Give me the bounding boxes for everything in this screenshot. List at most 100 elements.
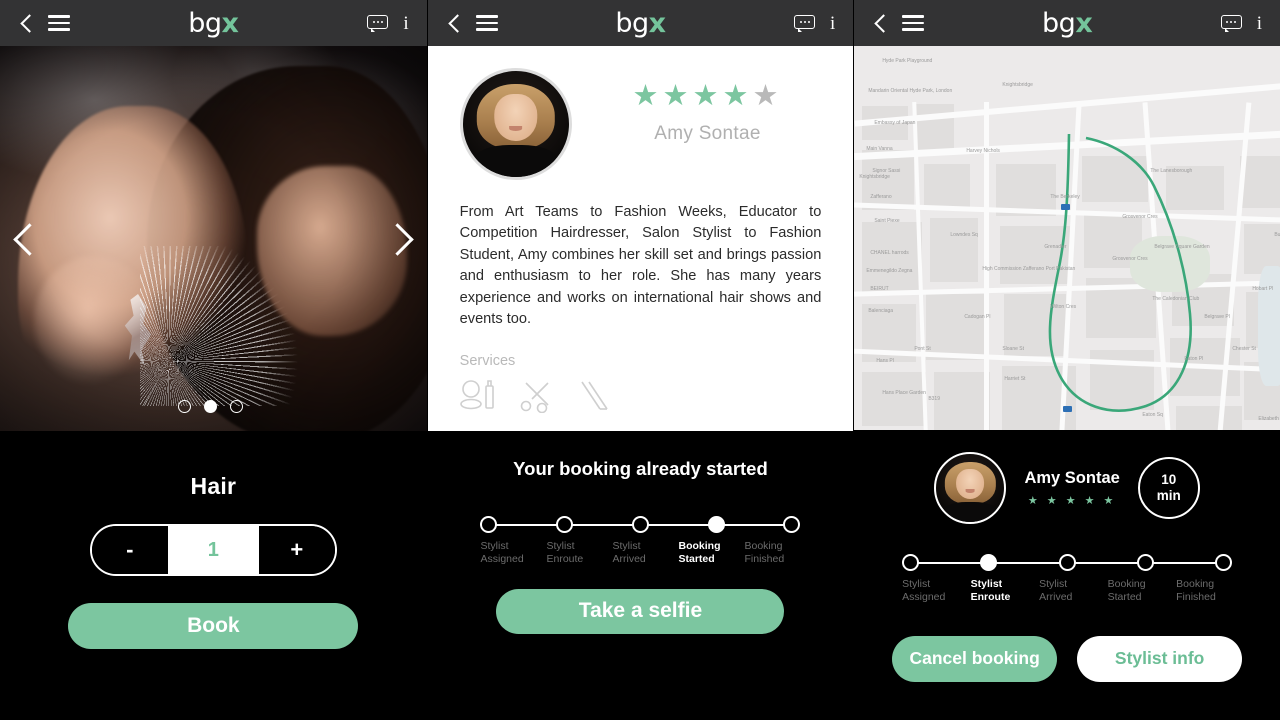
profile-header-right: ★★★★★ Amy Sontae <box>572 68 822 145</box>
carousel-dots <box>178 400 243 413</box>
hero-vignette <box>0 46 427 431</box>
carousel-dot[interactable] <box>178 400 191 413</box>
map-label: Knightsbridge <box>859 174 890 180</box>
stylist-avatar-small[interactable] <box>934 452 1007 524</box>
carousel-prev-arrow[interactable] <box>10 217 40 261</box>
hamburger-menu-icon[interactable] <box>902 15 925 31</box>
map-label: Main Vanna <box>866 146 893 152</box>
decrement-button[interactable]: - <box>91 526 168 574</box>
progress-label: Stylist Arrived <box>612 540 646 565</box>
stylist-bio: From Art Teams to Fashion Weeks, Educato… <box>459 204 822 328</box>
progress-label-current: Stylist Enroute <box>970 578 1011 603</box>
progress-label: Stylist Assigned <box>902 578 946 603</box>
carousel-next-arrow[interactable] <box>387 217 417 261</box>
booking-status-heading: Your booking already started <box>513 458 768 479</box>
chevron-left-icon[interactable] <box>18 15 34 31</box>
hamburger-menu-icon[interactable] <box>475 15 498 31</box>
route-map[interactable]: Hyde Park Playground Embassy of Japan Mand… <box>854 46 1280 430</box>
progress-node[interactable] <box>631 516 649 533</box>
stylist-profile-card: ★★★★★ Amy Sontae From Art Teams to Fashi… <box>427 46 854 431</box>
increment-button[interactable]: + <box>258 526 335 574</box>
cancel-booking-button[interactable]: Cancel booking <box>892 635 1058 682</box>
chevron-left-icon[interactable] <box>446 15 462 31</box>
eta-value: 10 <box>1161 471 1177 487</box>
profile-header: ★★★★★ Amy Sontae <box>459 68 822 180</box>
logo-suffix: x <box>221 7 239 39</box>
chat-bubble-icon[interactable] <box>1220 14 1242 32</box>
metro-station-icon-2 <box>1063 406 1073 412</box>
progress-node[interactable] <box>783 516 801 533</box>
map-label: Chester St <box>1232 346 1256 352</box>
top-bar-2: bgx i <box>427 0 854 46</box>
map-label: Harvey Nichols <box>966 148 1000 154</box>
progress-node[interactable] <box>480 516 498 533</box>
service-icon-list <box>459 379 822 413</box>
map-label: Knightsbridge <box>1002 82 1033 88</box>
progress-label: Stylist Enroute <box>546 540 584 565</box>
progress-node[interactable] <box>1058 554 1076 571</box>
map-label: Eaton Pl <box>1184 356 1204 362</box>
map-label: Wilton Cres <box>1050 304 1077 310</box>
chat-bubble-icon[interactable] <box>794 14 816 32</box>
carousel-dot-active[interactable] <box>204 400 217 413</box>
progress-node[interactable] <box>902 554 920 571</box>
booking-progress-tracker-3: Stylist Assigned Stylist Enroute Stylist… <box>902 554 1233 604</box>
panel-booking-started: bgx i ★★★★★ Amy Sontae From Art Teams to… <box>426 0 854 720</box>
map-label: Cadogan Pl <box>964 314 991 320</box>
progress-label: Booking Finished <box>744 540 785 565</box>
progress-node-current[interactable] <box>707 516 725 533</box>
progress-node[interactable] <box>1136 554 1154 571</box>
hero-carousel[interactable] <box>0 46 427 431</box>
action-button-row: Cancel booking Stylist info <box>854 635 1280 682</box>
hamburger-menu-icon[interactable] <box>48 15 70 31</box>
eta-unit: min <box>1156 488 1181 503</box>
map-label: Mandarin Oriental Hyde Park, London <box>868 88 953 94</box>
quantity-stepper: - 1 + <box>89 524 337 576</box>
carousel-dot[interactable] <box>230 400 243 413</box>
map-label: BEIRUT <box>870 286 889 292</box>
take-selfie-button[interactable]: Take a selfie <box>496 588 785 634</box>
map-label: Elizabeth St <box>1258 416 1280 422</box>
progress-node[interactable] <box>1215 554 1233 571</box>
map-label: Saint Piexe <box>874 218 900 224</box>
scissors-icon <box>520 379 556 413</box>
stylist-avatar <box>459 68 572 180</box>
services-label: Services <box>459 352 516 369</box>
logo-suffix: x <box>1075 7 1093 39</box>
progress-labels-3: Stylist Assigned Stylist Enroute Stylist… <box>902 578 1232 604</box>
topbar-left-group-3 <box>872 15 925 31</box>
map-label: Signor Sassi <box>872 168 901 174</box>
straightener-icon <box>578 379 614 413</box>
book-button[interactable]: Book <box>68 603 359 649</box>
map-label: Belgrave Pl <box>1204 314 1230 320</box>
info-icon[interactable]: i <box>1257 14 1262 33</box>
topbar-right-group-3: i <box>1220 14 1262 33</box>
top-bar-3: bgx i <box>854 0 1280 46</box>
info-icon[interactable]: i <box>830 14 835 33</box>
stylist-info-button[interactable]: Stylist info <box>1077 635 1243 682</box>
map-label: Embassy of Japan <box>874 120 916 126</box>
logo-prefix: bg <box>615 7 649 39</box>
map-label: Hans Place Garden <box>882 390 926 396</box>
progress-nodes-3 <box>902 554 1233 571</box>
map-label: Hans Pl <box>876 358 894 364</box>
service-title: Hair <box>190 473 237 499</box>
topbar-left-group-1 <box>18 15 70 31</box>
map-label: Zafferano <box>870 194 892 200</box>
panel-service-selection: bgx i Hair - 1 + Book <box>0 0 427 720</box>
map-label: Grosvenor Cres <box>1122 214 1158 220</box>
logo-prefix: bg <box>1042 7 1076 39</box>
info-icon[interactable]: i <box>403 14 408 33</box>
progress-nodes-2 <box>480 516 801 533</box>
top-bar-1: bgx i <box>0 0 427 46</box>
assigned-stylist-summary: Amy Sontae ★ ★ ★ ★ ★ 10 min <box>854 452 1280 524</box>
chat-bubble-icon[interactable] <box>367 14 389 32</box>
rating-stars-small: ★ ★ ★ ★ ★ <box>1027 495 1117 507</box>
chevron-left-icon[interactable] <box>872 15 888 31</box>
progress-node[interactable] <box>556 516 574 533</box>
map-label: The Caledonian Club <box>1152 296 1200 302</box>
progress-label: Booking Started <box>1107 578 1146 603</box>
topbar-right-group-2: i <box>794 14 835 33</box>
logo-prefix: bg <box>188 7 222 39</box>
progress-node-current[interactable] <box>980 554 998 571</box>
